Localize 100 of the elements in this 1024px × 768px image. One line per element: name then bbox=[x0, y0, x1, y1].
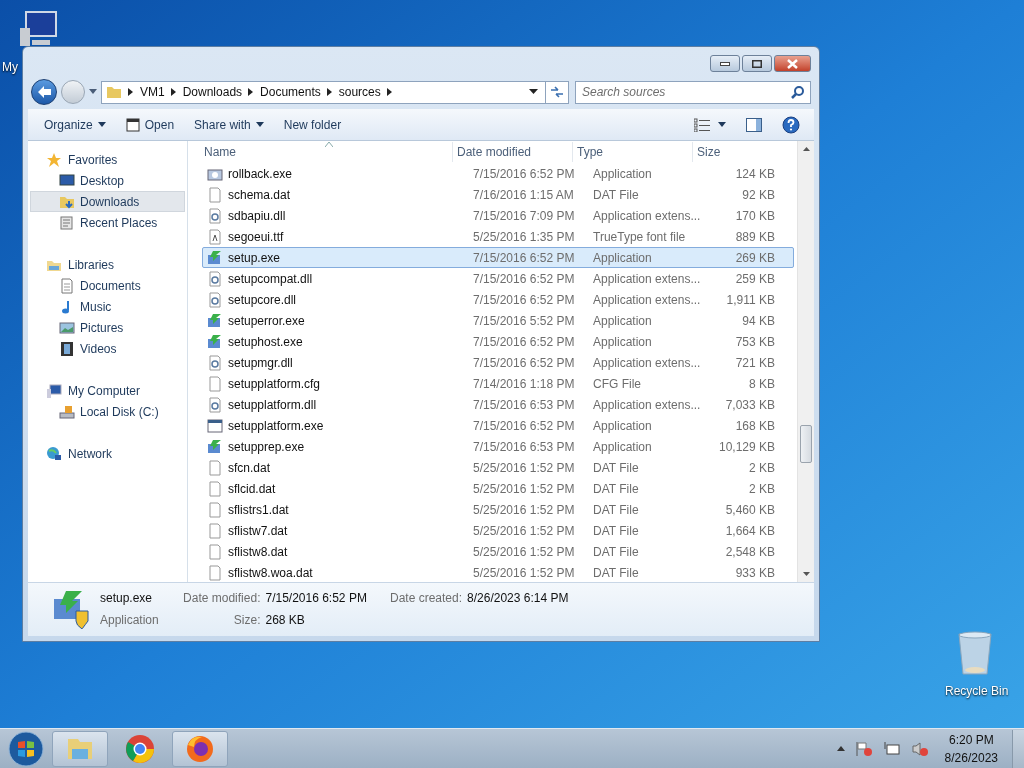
file-row[interactable]: sflistw8.woa.dat 5/25/2016 1:52 PM DAT File 933 KB bbox=[202, 562, 794, 582]
nav-group-item[interactable]: Favorites bbox=[28, 149, 187, 170]
date-modified: 7/15/2016 5:52 PM bbox=[472, 312, 576, 330]
file-row[interactable]: sflistw7.dat 5/25/2016 1:52 PM DAT File 1,664 KB bbox=[202, 520, 794, 541]
file-type: Application bbox=[592, 438, 653, 456]
computer-icon bbox=[46, 382, 62, 399]
toolbar-button[interactable]: Open bbox=[119, 112, 181, 137]
date-modified: 5/25/2016 1:52 PM bbox=[472, 543, 576, 561]
nav-item[interactable]: Music bbox=[30, 296, 185, 317]
nav-item[interactable]: Documents bbox=[30, 275, 185, 296]
file-name: setuphost.exe bbox=[228, 333, 303, 351]
scrollbar-thumb[interactable] bbox=[800, 425, 812, 463]
breadcrumb[interactable]: VM1 bbox=[140, 83, 165, 101]
date-modified: 7/15/2016 7:09 PM bbox=[472, 207, 576, 225]
file-row[interactable]: sflistrs1.dat 5/25/2016 1:52 PM DAT File 5,460 KB bbox=[202, 499, 794, 520]
breadcrumb[interactable]: sources bbox=[338, 83, 381, 101]
file-row[interactable]: sfcn.dat 5/25/2016 1:52 PM DAT File 2 KB bbox=[202, 457, 794, 478]
refresh-icon bbox=[550, 85, 564, 99]
search-field[interactable]: Search sources bbox=[575, 80, 811, 104]
date-modified: 7/15/2016 6:52 PM bbox=[472, 417, 576, 435]
file-row[interactable]: setupprep.exe 7/15/2016 6:53 PM Application 10,129 KB bbox=[202, 436, 794, 457]
file-size: 94 KB bbox=[741, 312, 776, 330]
nav-item[interactable]: Downloads bbox=[30, 191, 185, 212]
file-row[interactable]: setuperror.exe 7/15/2016 5:52 PM Application 94 KB bbox=[202, 310, 794, 331]
file-row[interactable]: setupcore.dll 7/15/2016 6:52 PM Application extens... 1,911 KB bbox=[202, 289, 794, 310]
date-modified: 7/15/2016 6:52 PM bbox=[472, 165, 576, 183]
file-size: 2 KB bbox=[748, 459, 776, 477]
file-row[interactable]: segoeui.ttf 5/25/2016 1:35 PM TrueType font file 889 KB bbox=[202, 226, 794, 247]
file-row[interactable]: setupplatform.cfg 7/14/2016 1:18 PM CFG File 8 KB bbox=[202, 373, 794, 394]
folder-icon bbox=[106, 84, 122, 100]
film-icon bbox=[59, 340, 75, 357]
file-row[interactable]: setupplatform.dll 7/15/2016 6:53 PM Application extens... 7,033 KB bbox=[202, 394, 794, 415]
close-button[interactable] bbox=[774, 55, 811, 72]
document-icon bbox=[59, 277, 75, 294]
file-row[interactable]: setup.exe 7/15/2016 6:52 PM Application 269 KB bbox=[202, 247, 794, 268]
file-row[interactable]: rollback.exe 7/15/2016 6:52 PM Application 124 KB bbox=[202, 163, 794, 184]
refresh-button[interactable] bbox=[545, 80, 569, 104]
file-row[interactable]: sdbapiu.dll 7/15/2016 7:09 PM Application extens... 170 KB bbox=[202, 205, 794, 226]
maximize-button[interactable] bbox=[742, 55, 772, 72]
toolbar-button[interactable]: Organize bbox=[38, 112, 112, 137]
nav-group-item[interactable]: Libraries bbox=[28, 254, 187, 275]
file-name: rollback.exe bbox=[228, 165, 293, 183]
file-size: 721 KB bbox=[734, 354, 776, 372]
nav-group-item[interactable]: My Computer bbox=[28, 380, 187, 401]
toolbar-button[interactable]: Share with bbox=[188, 112, 270, 137]
document-icon bbox=[59, 214, 75, 231]
nav-group-item[interactable]: Network bbox=[28, 443, 187, 464]
nav-item[interactable]: Pictures bbox=[30, 317, 185, 338]
nav-item[interactable]: Recent Places bbox=[30, 212, 185, 233]
file-name: sflistw8.dat bbox=[228, 543, 288, 561]
gear-file-icon bbox=[207, 291, 223, 308]
desktop-icon-label[interactable]: My bbox=[2, 58, 18, 76]
column-header[interactable]: Size bbox=[692, 142, 764, 162]
file-name: segoeui.ttf bbox=[228, 228, 284, 246]
file-type: Application extens... bbox=[592, 207, 702, 225]
file-row[interactable]: schema.dat 7/16/2016 1:15 AM DAT File 92 KB bbox=[202, 184, 794, 205]
breadcrumb[interactable]: Downloads bbox=[182, 83, 243, 101]
scrollbar[interactable] bbox=[797, 141, 814, 582]
nav-item[interactable]: Videos bbox=[30, 338, 185, 359]
list-view-icon bbox=[694, 117, 710, 132]
minimize-button[interactable] bbox=[710, 55, 740, 72]
nav-item[interactable]: Local Disk (C:) bbox=[30, 401, 185, 422]
file-type: Application bbox=[592, 417, 653, 435]
date-modified: 7/15/2016 6:52 PM bbox=[472, 270, 576, 288]
installer-shield-icon bbox=[52, 589, 90, 629]
breadcrumb-arrow-icon bbox=[170, 88, 177, 96]
file-type: DAT File bbox=[592, 480, 640, 498]
date-modified: 5/25/2016 1:52 PM bbox=[472, 564, 576, 582]
date-modified: 5/25/2016 1:52 PM bbox=[472, 459, 576, 477]
breadcrumb-arrow-icon bbox=[248, 88, 255, 96]
monitor-icon bbox=[59, 172, 75, 189]
address-bar[interactable]: VM1 Downloads Documents sources bbox=[101, 80, 546, 104]
close-icon bbox=[787, 58, 798, 69]
date-modified: 7/15/2016 6:52 PM bbox=[472, 249, 576, 267]
file-size: 8 KB bbox=[748, 375, 776, 393]
details-name: setup.exe bbox=[100, 590, 154, 607]
details-value: 268 KB bbox=[265, 612, 306, 629]
file-row[interactable]: sflistw8.dat 5/25/2016 1:52 PM DAT File 2,548 KB bbox=[202, 541, 794, 562]
installer-icon bbox=[207, 333, 223, 350]
file-name: setuperror.exe bbox=[228, 312, 305, 330]
column-header[interactable]: Date modified bbox=[452, 142, 572, 162]
file-row[interactable]: setupmgr.dll 7/15/2016 6:52 PM Application extens... 721 KB bbox=[202, 352, 794, 373]
column-header[interactable]: Type bbox=[572, 142, 692, 162]
nav-item[interactable]: Desktop bbox=[30, 170, 185, 191]
back-button[interactable] bbox=[31, 79, 57, 105]
file-row[interactable]: sflcid.dat 5/25/2016 1:52 PM DAT File 2 KB bbox=[202, 478, 794, 499]
gear-file-icon bbox=[207, 396, 223, 413]
file-type: TrueType font file bbox=[592, 228, 687, 246]
clock[interactable]: 6:20 PM 8/26/2023 bbox=[938, 730, 1004, 767]
file-type: Application extens... bbox=[592, 270, 702, 288]
column-header[interactable]: Name bbox=[188, 142, 452, 162]
breadcrumb[interactable]: Documents bbox=[260, 83, 321, 101]
file-row[interactable]: setupplatform.exe 7/15/2016 6:52 PM Application 168 KB bbox=[202, 415, 794, 436]
file-row[interactable]: setuphost.exe 7/15/2016 6:52 PM Application 753 KB bbox=[202, 331, 794, 352]
installer-icon bbox=[207, 249, 223, 266]
toolbar-button[interactable]: New folder bbox=[277, 112, 348, 137]
file-row[interactable]: setupcompat.dll 7/15/2016 6:52 PM Application extens... 259 KB bbox=[202, 268, 794, 289]
flag-error-icon bbox=[854, 740, 873, 757]
taskbar-button[interactable] bbox=[172, 730, 228, 767]
file-name: setup.exe bbox=[228, 249, 281, 267]
